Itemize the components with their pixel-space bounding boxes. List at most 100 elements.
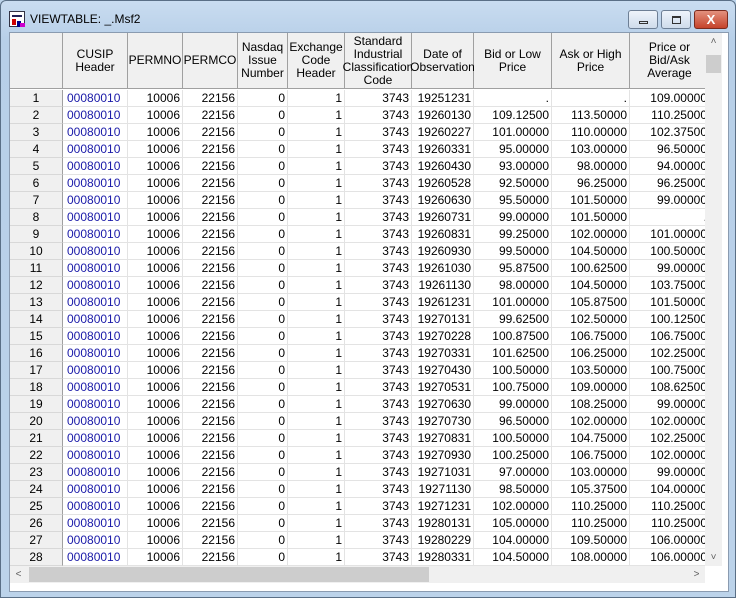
cell-bid-low-price[interactable]: 95.50000 (474, 192, 552, 209)
cell-ask-high-price[interactable]: 109.50000 (552, 532, 630, 549)
cell-nasdaq-issue-number[interactable]: 0 (238, 226, 288, 243)
cell-price-avg[interactable]: 99.00000 (630, 464, 705, 481)
cell-price-avg[interactable]: 102.25000 (630, 345, 705, 362)
table-row[interactable]: 1 00080010 10006 22156 0 1 3743 19251231.. 109.0… (10, 90, 705, 107)
cell-permco[interactable]: 22156 (183, 549, 238, 566)
cell-permno[interactable]: 10006 (128, 107, 183, 124)
row-header[interactable]: 19 (10, 396, 63, 413)
cell-bid-low-price[interactable]: 92.50000 (474, 175, 552, 192)
cell-price-avg[interactable]: 110.25000 (630, 515, 705, 532)
close-button[interactable]: X (694, 10, 728, 29)
table-row[interactable]: 28 00080010 10006 22156 0 1 3743 19280331 104.50… (10, 549, 705, 566)
cell-permco[interactable]: 22156 (183, 464, 238, 481)
cell-nasdaq-issue-number[interactable]: 0 (238, 175, 288, 192)
table-row[interactable]: 4 00080010 10006 22156 0 1 3743 19260331 95.0000… (10, 141, 705, 158)
cell-cusip[interactable]: 00080010 (63, 90, 128, 107)
scroll-down-button[interactable]: ˅ (705, 549, 722, 566)
row-header[interactable]: 10 (10, 243, 63, 260)
cell-exchange-code[interactable]: 1 (288, 447, 345, 464)
cell-sic-code[interactable]: 3743 (345, 396, 412, 413)
cell-permno[interactable]: 10006 (128, 209, 183, 226)
cell-date[interactable]: 19261130 (412, 277, 474, 294)
cell-exchange-code[interactable]: 1 (288, 260, 345, 277)
cell-permno[interactable]: 10006 (128, 124, 183, 141)
cell-date[interactable]: 19260331 (412, 141, 474, 158)
cell-exchange-code[interactable]: 1 (288, 192, 345, 209)
cell-price-avg[interactable]: 96.25000 (630, 175, 705, 192)
cell-cusip[interactable]: 00080010 (63, 430, 128, 447)
cell-ask-high-price[interactable]: 109.00000 (552, 379, 630, 396)
cell-bid-low-price[interactable]: 102.00000 (474, 498, 552, 515)
cell-permno[interactable]: 10006 (128, 311, 183, 328)
cell-sic-code[interactable]: 3743 (345, 532, 412, 549)
cell-nasdaq-issue-number[interactable]: 0 (238, 311, 288, 328)
cell-date[interactable]: 19260930 (412, 243, 474, 260)
cell-permco[interactable]: 22156 (183, 311, 238, 328)
cell-price-avg[interactable]: 103.75000 (630, 277, 705, 294)
table-row[interactable]: 5 00080010 10006 22156 0 1 3743 19260430 93.0000… (10, 158, 705, 175)
horizontal-scroll-thumb[interactable] (29, 567, 429, 582)
cell-permno[interactable]: 10006 (128, 226, 183, 243)
table-row[interactable]: 13 00080010 10006 22156 0 1 3743 19261231 101.00… (10, 294, 705, 311)
table-row[interactable]: 17 00080010 10006 22156 0 1 3743 19270430 100.50… (10, 362, 705, 379)
column-header-bid-low-price[interactable]: Bid or Low Price (474, 33, 552, 89)
cell-price-avg[interactable]: 106.00000 (630, 532, 705, 549)
cell-ask-high-price[interactable]: 102.50000 (552, 311, 630, 328)
cell-permco[interactable]: 22156 (183, 243, 238, 260)
cell-cusip[interactable]: 00080010 (63, 413, 128, 430)
cell-nasdaq-issue-number[interactable]: 0 (238, 532, 288, 549)
cell-permco[interactable]: 22156 (183, 532, 238, 549)
cell-ask-high-price[interactable]: 104.75000 (552, 430, 630, 447)
cell-date[interactable]: 19280331 (412, 549, 474, 566)
cell-bid-low-price[interactable]: . (474, 90, 552, 107)
cell-cusip[interactable]: 00080010 (63, 107, 128, 124)
cell-date[interactable]: 19270531 (412, 379, 474, 396)
cell-price-avg[interactable]: 102.37500 (630, 124, 705, 141)
cell-ask-high-price[interactable]: 101.50000 (552, 192, 630, 209)
cell-bid-low-price[interactable]: 93.00000 (474, 158, 552, 175)
cell-price-avg[interactable]: 102.25000 (630, 430, 705, 447)
cell-cusip[interactable]: 00080010 (63, 328, 128, 345)
cell-nasdaq-issue-number[interactable]: 0 (238, 447, 288, 464)
cell-sic-code[interactable]: 3743 (345, 209, 412, 226)
column-header-price-avg[interactable]: Price or Bid/Ask Average (630, 33, 705, 89)
cell-exchange-code[interactable]: 1 (288, 328, 345, 345)
cell-cusip[interactable]: 00080010 (63, 158, 128, 175)
row-header[interactable]: 15 (10, 328, 63, 345)
cell-permco[interactable]: 22156 (183, 107, 238, 124)
cell-date[interactable]: 19271031 (412, 464, 474, 481)
cell-date[interactable]: 19270930 (412, 447, 474, 464)
cell-bid-low-price[interactable]: 109.12500 (474, 107, 552, 124)
cell-permno[interactable]: 10006 (128, 294, 183, 311)
cell-price-avg[interactable]: 100.12500 (630, 311, 705, 328)
column-header-sic-code[interactable]: Standard Industrial Classification Code (343, 33, 413, 89)
cell-permno[interactable]: 10006 (128, 90, 183, 107)
cell-ask-high-price[interactable]: 105.87500 (552, 294, 630, 311)
cell-cusip[interactable]: 00080010 (63, 209, 128, 226)
cell-price-avg[interactable]: 108.62500 (630, 379, 705, 396)
cell-permno[interactable]: 10006 (128, 515, 183, 532)
cell-nasdaq-issue-number[interactable]: 0 (238, 141, 288, 158)
table-row[interactable]: 25 00080010 10006 22156 0 1 3743 19271231 102.00… (10, 498, 705, 515)
cell-permno[interactable]: 10006 (128, 158, 183, 175)
cell-cusip[interactable]: 00080010 (63, 481, 128, 498)
cell-permco[interactable]: 22156 (183, 226, 238, 243)
cell-permco[interactable]: 22156 (183, 294, 238, 311)
cell-price-avg[interactable]: 110.25000 (630, 498, 705, 515)
cell-permco[interactable]: 22156 (183, 175, 238, 192)
cell-cusip[interactable]: 00080010 (63, 260, 128, 277)
cell-permco[interactable]: 22156 (183, 498, 238, 515)
cell-exchange-code[interactable]: 1 (288, 379, 345, 396)
cell-nasdaq-issue-number[interactable]: 0 (238, 464, 288, 481)
cell-sic-code[interactable]: 3743 (345, 515, 412, 532)
cell-date[interactable]: 19260831 (412, 226, 474, 243)
cell-permco[interactable]: 22156 (183, 141, 238, 158)
cell-cusip[interactable]: 00080010 (63, 294, 128, 311)
table-row[interactable]: 9 00080010 10006 22156 0 1 3743 19260831 99.2500… (10, 226, 705, 243)
cell-permco[interactable]: 22156 (183, 209, 238, 226)
cell-sic-code[interactable]: 3743 (345, 124, 412, 141)
cell-sic-code[interactable]: 3743 (345, 158, 412, 175)
cell-cusip[interactable]: 00080010 (63, 141, 128, 158)
cell-date[interactable]: 19270228 (412, 328, 474, 345)
cell-ask-high-price[interactable]: 105.37500 (552, 481, 630, 498)
